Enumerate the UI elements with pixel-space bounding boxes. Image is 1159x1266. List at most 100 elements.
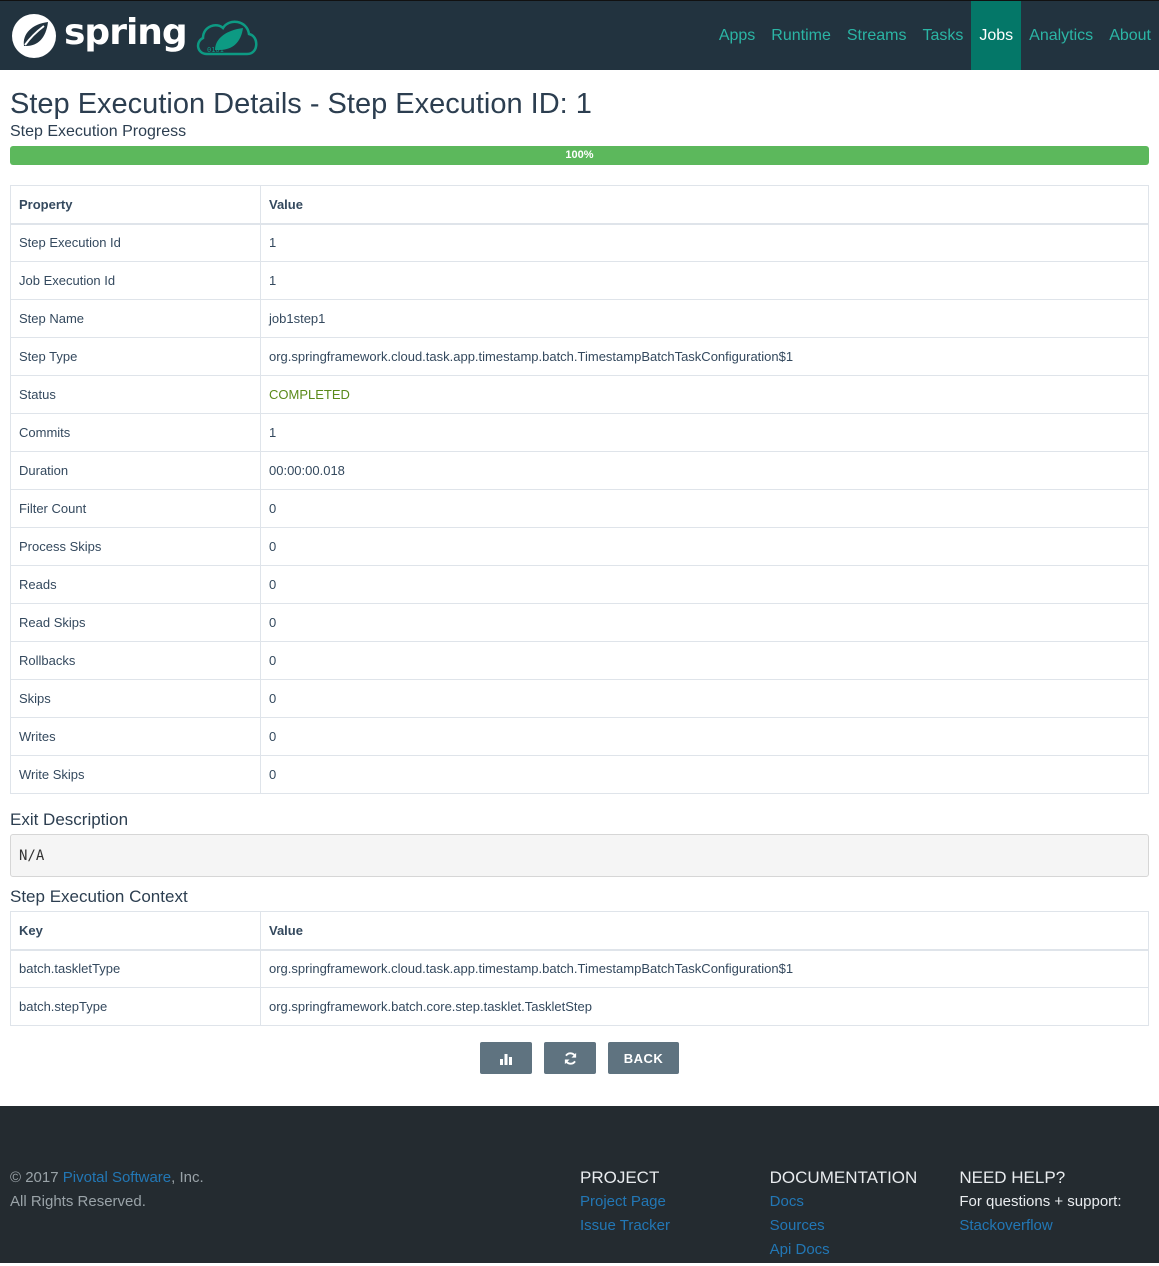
spring-leaf-logo-icon <box>12 13 56 58</box>
copyright-prefix: © 2017 <box>10 1169 63 1186</box>
context-table: Key Value batch.taskletType org.springfra… <box>10 911 1149 1026</box>
progress-bar: 100% <box>10 146 1149 165</box>
property-name: Step Type <box>10 337 261 376</box>
details-row: Write Skips 0 <box>10 755 1149 794</box>
nav-tasks[interactable]: Tasks <box>914 1 971 70</box>
stackoverflow-link[interactable]: Stackoverflow <box>959 1217 1052 1234</box>
property-name: Step Name <box>10 299 261 338</box>
context-label: Step Execution Context <box>10 887 188 906</box>
details-row: Step Name job1step1 <box>10 299 1149 338</box>
api-docs-link[interactable]: Api Docs <box>770 1241 830 1258</box>
status-value: COMPLETED <box>260 375 1149 414</box>
property-value: 1 <box>260 223 1149 262</box>
property-name: Writes <box>10 717 261 756</box>
context-value: org.springframework.batch.core.step.task… <box>260 987 1149 1026</box>
refresh-icon <box>564 1051 576 1065</box>
cloud-dataflow-icon: 0101 <box>196 20 258 55</box>
context-key: batch.taskletType <box>10 949 261 988</box>
nav-jobs[interactable]: Jobs <box>971 1 1022 70</box>
property-value: job1step1 <box>260 299 1149 338</box>
nav-apps[interactable]: Apps <box>711 1 763 70</box>
top-navbar: spring 0101 Apps Runtime Streams Tasks J… <box>0 0 1159 70</box>
property-name: Read Skips <box>10 603 261 642</box>
property-value: 0 <box>260 717 1149 756</box>
svg-text:0101: 0101 <box>207 46 224 54</box>
bar-chart-icon <box>500 1054 512 1065</box>
progress-label: Step Execution Progress <box>10 123 187 140</box>
context-key: batch.stepType <box>10 987 261 1026</box>
details-row: Job Execution Id 1 <box>10 261 1149 300</box>
details-row: Duration 00:00:00.018 <box>10 451 1149 490</box>
property-value: 0 <box>260 679 1149 718</box>
footer-project-title: PROJECT <box>579 1168 660 1187</box>
property-name: Filter Count <box>10 489 261 528</box>
back-button[interactable]: BACK <box>608 1042 679 1074</box>
property-name: Process Skips <box>10 527 261 566</box>
nav-analytics[interactable]: Analytics <box>1021 1 1101 70</box>
context-header-row: Key Value <box>10 911 1149 951</box>
property-value: 0 <box>260 641 1149 680</box>
project-page-link[interactable]: Project Page <box>580 1193 666 1210</box>
rights-text: All Rights Reserved. <box>10 1193 146 1210</box>
property-name: Step Execution Id <box>10 223 261 262</box>
brand[interactable]: spring 0101 <box>10 1 259 70</box>
sources-link[interactable]: Sources <box>770 1217 825 1234</box>
property-value: 0 <box>260 755 1149 794</box>
column-header-value: Value <box>260 911 1149 951</box>
details-row: Read Skips 0 <box>10 603 1149 642</box>
footer-help: NEED HELP? For questions + support: Stac… <box>959 1166 1149 1263</box>
property-name: Skips <box>10 679 261 718</box>
details-row: Rollbacks 0 <box>10 641 1149 680</box>
details-table: Property Value Step Execution Id 1 Job Exe… <box>10 185 1149 794</box>
column-header-value: Value <box>260 185 1149 225</box>
property-value: 0 <box>260 489 1149 528</box>
footer-copyright: © 2017 Pivotal Software, Inc. All Rights… <box>10 1166 580 1263</box>
details-row: Step Type org.springframework.cloud.task.… <box>10 337 1149 376</box>
property-value: 1 <box>260 413 1149 452</box>
property-name: Write Skips <box>10 755 261 794</box>
page-title: Step Execution Details - Step Execution … <box>10 88 592 120</box>
refresh-button[interactable] <box>544 1042 596 1074</box>
docs-link[interactable]: Docs <box>770 1193 804 1210</box>
column-header-property: Property <box>10 185 261 225</box>
property-value: 00:00:00.018 <box>260 451 1149 490</box>
details-row: Status COMPLETED <box>10 375 1149 414</box>
property-value: org.springframework.cloud.task.app.times… <box>260 337 1149 376</box>
main-content: Step Execution Details - Step Execution … <box>0 88 1159 1074</box>
details-row: Filter Count 0 <box>10 489 1149 528</box>
main-nav: Apps Runtime Streams Tasks Jobs Analytic… <box>711 1 1159 70</box>
nav-streams[interactable]: Streams <box>839 1 915 70</box>
property-name: Rollbacks <box>10 641 261 680</box>
property-value: 1 <box>260 261 1149 300</box>
progress-track: 100% <box>10 146 1149 165</box>
copyright-suffix: , Inc. <box>171 1169 204 1186</box>
context-row: batch.taskletType org.springframework.clo… <box>10 949 1149 988</box>
details-row: Reads 0 <box>10 565 1149 604</box>
property-value: 0 <box>260 527 1149 566</box>
brand-wordmark: spring <box>64 12 188 53</box>
footer-project: PROJECT Project Page Issue Tracker <box>580 1166 770 1263</box>
property-name: Duration <box>10 451 261 490</box>
property-name: Status <box>10 375 261 414</box>
nav-runtime[interactable]: Runtime <box>763 1 839 70</box>
details-header-row: Property Value <box>10 185 1149 225</box>
details-row: Writes 0 <box>10 717 1149 756</box>
details-row: Skips 0 <box>10 679 1149 718</box>
footer-docs-title: DOCUMENTATION <box>769 1168 918 1187</box>
property-value: 0 <box>260 603 1149 642</box>
nav-about[interactable]: About <box>1101 1 1159 70</box>
details-row: Process Skips 0 <box>10 527 1149 566</box>
context-row: batch.stepType org.springframework.batch.… <box>10 987 1149 1026</box>
exit-description-value: N/A <box>10 834 1149 877</box>
action-buttons: BACK <box>10 1042 1149 1074</box>
footer: © 2017 Pivotal Software, Inc. All Rights… <box>0 1106 1159 1263</box>
issue-tracker-link[interactable]: Issue Tracker <box>580 1217 670 1234</box>
footer-help-text: For questions + support: <box>959 1193 1122 1210</box>
company-link[interactable]: Pivotal Software <box>63 1169 171 1186</box>
property-value: 0 <box>260 565 1149 604</box>
chart-button[interactable] <box>480 1042 532 1074</box>
footer-documentation: DOCUMENTATION Docs Sources Api Docs <box>770 1166 960 1263</box>
property-name: Reads <box>10 565 261 604</box>
exit-description-label: Exit Description <box>10 810 129 829</box>
column-header-key: Key <box>10 911 261 951</box>
